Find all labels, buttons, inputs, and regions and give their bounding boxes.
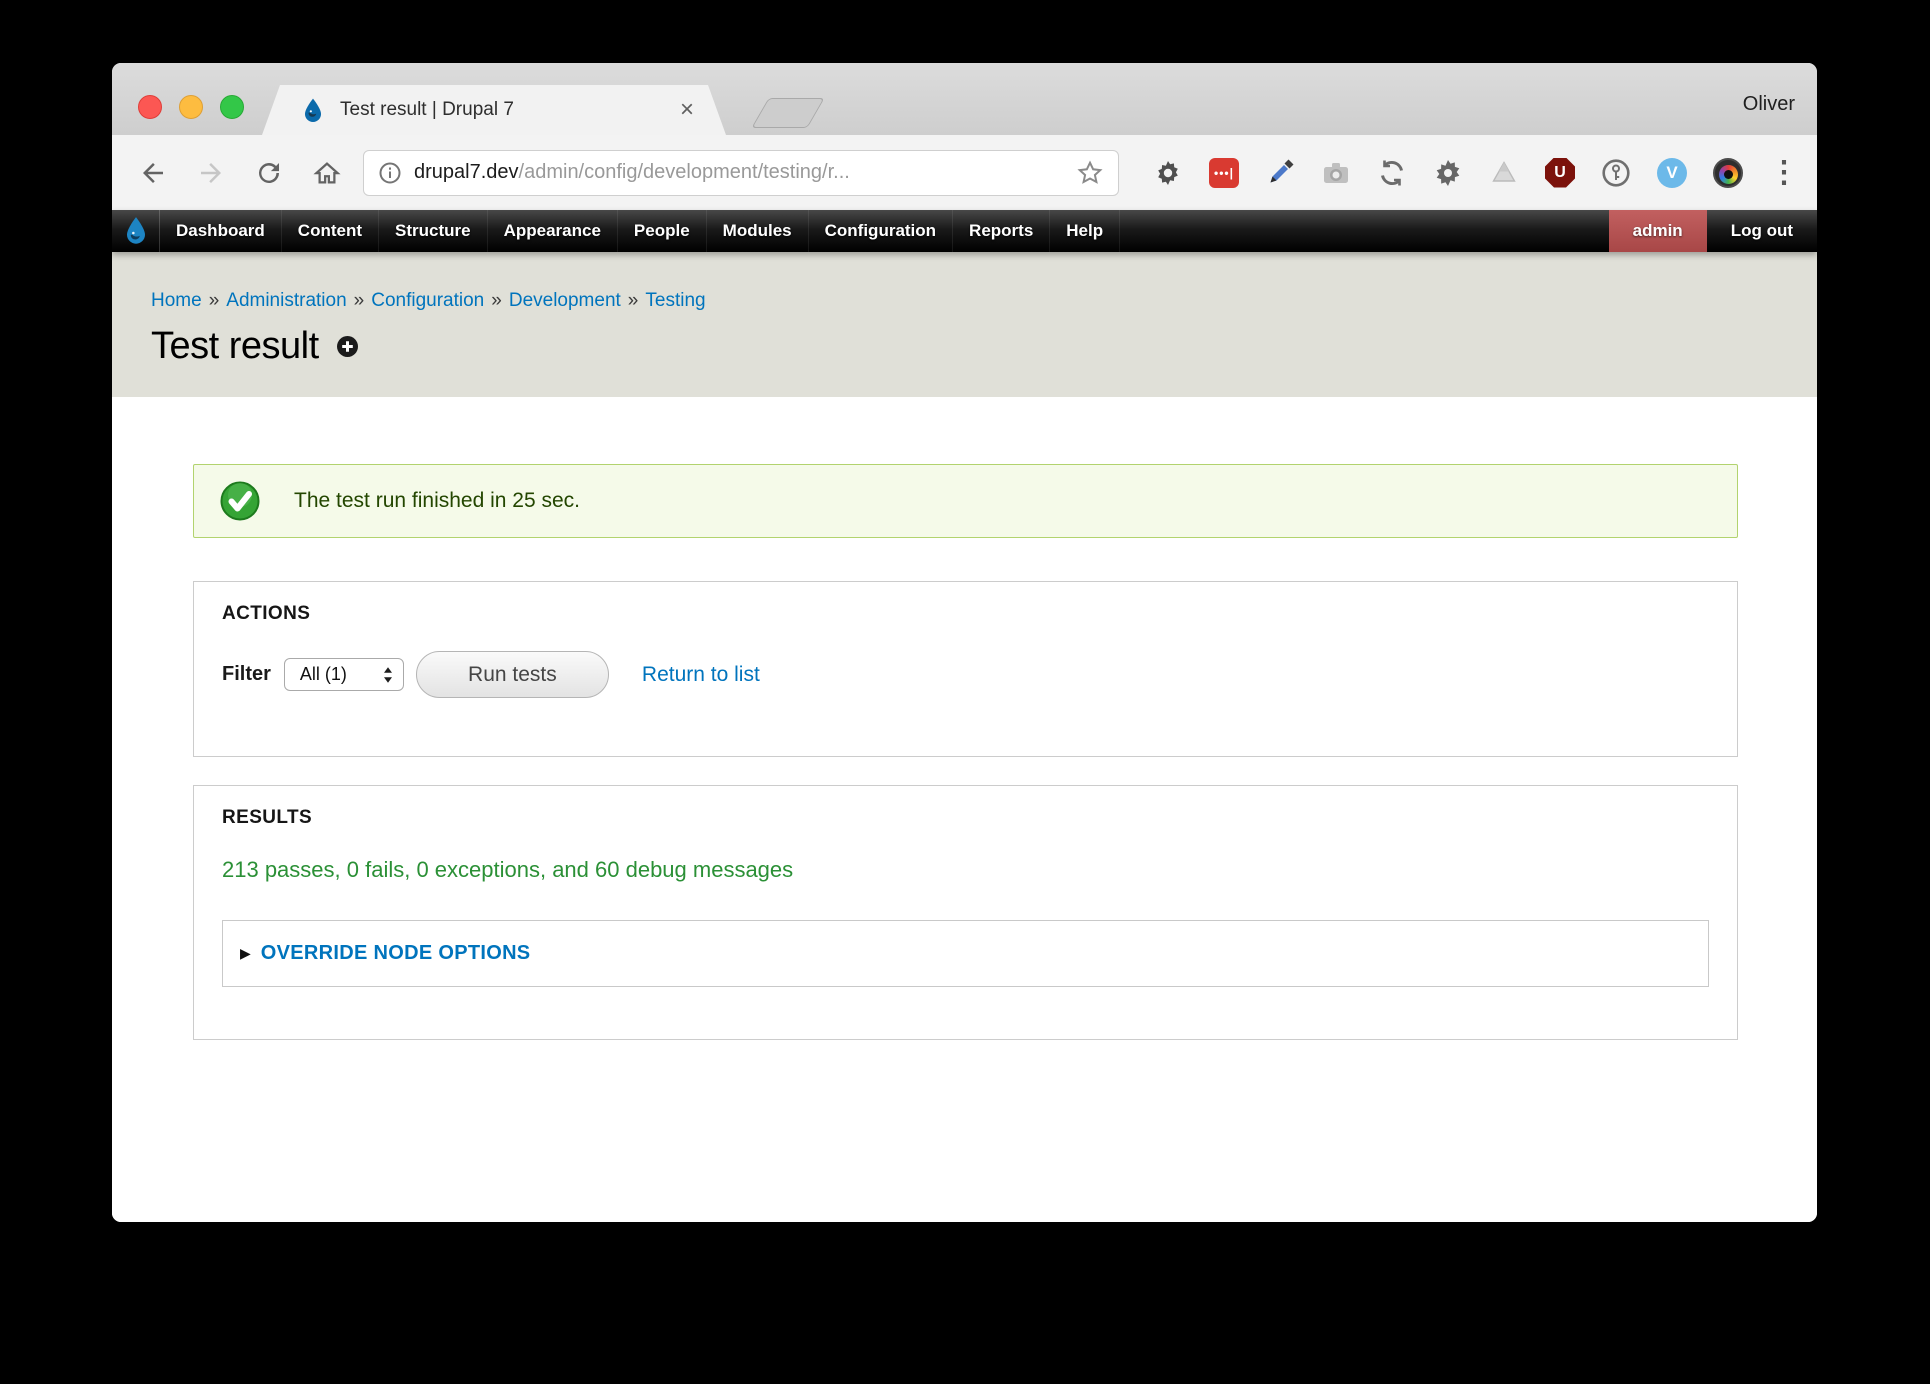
actions-legend: ACTIONS — [222, 603, 1709, 625]
breadcrumb-separator: » — [491, 290, 502, 311]
home-button[interactable] — [311, 157, 343, 189]
drupal-admin-toolbar: Dashboard Content Structure Appearance P… — [112, 210, 1817, 252]
new-tab-button[interactable] — [751, 98, 824, 128]
toolbar-item-appearance[interactable]: Appearance — [488, 210, 618, 252]
minimize-window-button[interactable] — [179, 95, 203, 119]
toolbar-user-admin[interactable]: admin — [1609, 210, 1707, 252]
forward-button[interactable] — [195, 157, 227, 189]
extension-row: •••| U — [1153, 158, 1799, 188]
actions-fieldset: ACTIONS Filter All (1) Run tests Return … — [193, 581, 1738, 757]
status-message: The test run finished in 25 sec. — [193, 464, 1738, 538]
breadcrumb-development[interactable]: Development — [509, 290, 621, 311]
url-bar[interactable]: drupal7.dev/admin/config/development/tes… — [363, 150, 1119, 196]
status-message-text: The test run finished in 25 sec. — [294, 489, 580, 513]
settings-gear-icon[interactable] — [1153, 158, 1183, 188]
url-path: /admin/config/development/testing/r... — [519, 161, 850, 183]
url-domain: drupal7.dev — [414, 161, 519, 183]
actions-row: Filter All (1) Run tests Return to list — [222, 651, 1709, 698]
results-legend: RESULTS — [222, 807, 1709, 829]
add-shortcut-icon[interactable] — [336, 335, 359, 358]
bookmark-star-icon[interactable] — [1076, 159, 1104, 187]
reload-button[interactable] — [253, 157, 285, 189]
browser-profile-name[interactable]: Oliver — [1743, 93, 1795, 116]
lens-core — [1724, 170, 1733, 179]
toolbar-item-structure[interactable]: Structure — [379, 210, 488, 252]
ublock-origin-icon[interactable]: U — [1545, 158, 1575, 188]
lens-ring — [1719, 165, 1738, 184]
breadcrumb-configuration[interactable]: Configuration — [371, 290, 484, 311]
run-tests-button[interactable]: Run tests — [416, 651, 609, 698]
browser-menu-icon[interactable]: ⋮ — [1769, 158, 1799, 188]
filter-label: Filter — [222, 663, 271, 686]
breadcrumb: Home » Administration » Configuration » Develo… — [151, 290, 1817, 312]
toolbar-logout[interactable]: Log out — [1707, 210, 1817, 252]
key-circle-icon[interactable] — [1601, 158, 1631, 188]
breadcrumb-home[interactable]: Home — [151, 290, 202, 311]
v-circle-icon[interactable]: V — [1657, 158, 1687, 188]
page-header: Home » Administration » Configuration » Develo… — [112, 252, 1817, 397]
filter-select[interactable]: All (1) — [284, 658, 404, 691]
screenshot-camera-icon[interactable] — [1321, 158, 1351, 188]
title-row: Test result — [151, 325, 1817, 368]
toolbar-item-reports[interactable]: Reports — [953, 210, 1050, 252]
browser-titlebar: Test result | Drupal 7 × Oliver — [112, 63, 1817, 135]
override-node-options-fieldset[interactable]: ▶ OVERRIDE NODE OPTIONS — [222, 920, 1709, 987]
filter-select-value: All (1) — [300, 664, 382, 685]
lastpass-icon[interactable]: •••| — [1209, 158, 1239, 188]
success-check-icon — [220, 481, 260, 521]
eyedropper-icon[interactable] — [1265, 158, 1295, 188]
toolbar-item-dashboard[interactable]: Dashboard — [160, 210, 282, 252]
breadcrumb-administration[interactable]: Administration — [226, 290, 346, 311]
zoom-window-button[interactable] — [220, 95, 244, 119]
url-text[interactable]: drupal7.dev/admin/config/development/tes… — [414, 161, 1076, 184]
toolbar-item-people[interactable]: People — [618, 210, 707, 252]
tab-title: Test result | Drupal 7 — [340, 99, 514, 121]
back-button[interactable] — [137, 157, 169, 189]
drive-triangle-icon[interactable] — [1489, 158, 1519, 188]
toolbar-spacer — [1120, 210, 1609, 252]
breadcrumb-separator: » — [209, 290, 220, 311]
page-content: The test run finished in 25 sec. ACTIONS… — [112, 397, 1817, 1222]
collapse-arrow-icon: ▶ — [240, 945, 251, 962]
breadcrumb-separator: » — [354, 290, 365, 311]
toolbar-item-modules[interactable]: Modules — [707, 210, 809, 252]
camera-lens-icon[interactable] — [1713, 158, 1743, 188]
breadcrumb-separator: » — [628, 290, 639, 311]
breadcrumb-testing[interactable]: Testing — [645, 290, 705, 311]
page-info-icon[interactable] — [378, 161, 402, 185]
browser-tab[interactable]: Test result | Drupal 7 × — [262, 85, 726, 135]
override-node-options-label[interactable]: OVERRIDE NODE OPTIONS — [261, 942, 531, 965]
nav-button-group — [137, 157, 343, 189]
browser-navbar: drupal7.dev/admin/config/development/tes… — [112, 135, 1817, 210]
tab-close-icon[interactable]: × — [680, 98, 694, 122]
toolbar-item-configuration[interactable]: Configuration — [809, 210, 953, 252]
sync-refresh-icon[interactable] — [1377, 158, 1407, 188]
results-summary: 213 passes, 0 fails, 0 exceptions, and 6… — [222, 857, 1709, 883]
menu-dots-glyph: ⋮ — [1769, 158, 1799, 188]
drupal-favicon-icon — [300, 97, 326, 123]
page-title: Test result — [151, 325, 319, 368]
toolbar-item-help[interactable]: Help — [1050, 210, 1120, 252]
traffic-lights — [138, 95, 244, 119]
close-window-button[interactable] — [138, 95, 162, 119]
return-to-list-link[interactable]: Return to list — [642, 663, 760, 687]
select-arrows-icon — [382, 665, 394, 685]
spiky-gear-icon[interactable] — [1433, 158, 1463, 188]
toolbar-item-content[interactable]: Content — [282, 210, 379, 252]
drupal-logo[interactable] — [112, 210, 160, 252]
results-fieldset: RESULTS 213 passes, 0 fails, 0 exception… — [193, 785, 1738, 1040]
browser-window: Test result | Drupal 7 × Oliver — [112, 63, 1817, 1222]
